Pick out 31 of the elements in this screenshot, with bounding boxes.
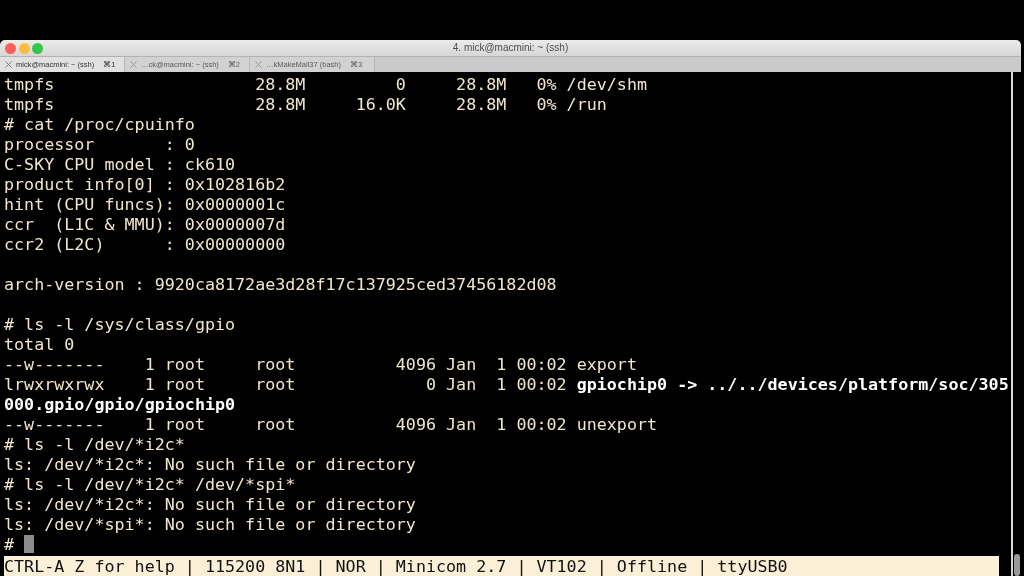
terminal-line: # xyxy=(4,534,16,554)
terminal-line: total 0 xyxy=(4,334,75,354)
terminal-line: --w------- 1 root root 4096 Jan 1 00:02 unexport xyxy=(4,414,658,434)
terminal-line: hint (CPU funcs): 0x0000001c xyxy=(4,194,286,214)
terminal-line: # ls -l /sys/class/gpio xyxy=(4,314,236,334)
terminal-line: processor : 0 xyxy=(4,134,195,154)
minimize-icon[interactable] xyxy=(18,42,30,54)
terminal-line: ls: /dev/*i2c*: No such file or directory xyxy=(4,454,416,474)
close-icon[interactable] xyxy=(130,61,137,68)
terminal-line: # ls -l /dev/*i2c* /dev/*spi* xyxy=(4,474,296,494)
terminal-line: 000.gpio/gpio/gpiochip0 xyxy=(4,394,236,414)
terminal-line: ls: /dev/*i2c*: No such file or directory xyxy=(4,494,416,514)
terminal-line: tmpfs 28.8M 0 28.8M 0% /dev/shm xyxy=(4,74,647,94)
terminal-line: arch-version : 9920ca8172ae3d28f17c137925ced37456182d08 xyxy=(4,274,557,294)
terminal-line: --w------- 1 root root 4096 Jan 1 00:02 export xyxy=(4,354,637,374)
close-icon[interactable] xyxy=(5,42,16,54)
status-bar: CTRL-A Z for help | 115200 8N1 | NOR | Minicom 2.7 | VT102 | Offline | ttyUSB0 xyxy=(4,556,999,576)
terminal-line: # ls -l /dev/*i2c* xyxy=(4,434,185,454)
scrollbar-thumb[interactable] xyxy=(1014,554,1020,576)
terminal-line: lrwxrwxrwx 1 root root 0 Jan 1 00:02 gpiochip0 -> ../../devices/platform/soc/305 xyxy=(4,374,1009,394)
close-icon[interactable] xyxy=(255,61,262,68)
window-title: 4. mick@macmini: ~ (ssh) xyxy=(452,41,569,55)
terminal-line: tmpfs 28.8M 16.0K 28.8M 0% /run xyxy=(4,94,607,114)
close-icon[interactable] xyxy=(5,61,12,68)
terminal-line: ccr (L1C & MMU): 0x0000007d xyxy=(4,214,286,234)
zoom-icon[interactable] xyxy=(32,42,43,54)
terminal-line: ls: /dev/*spi*: No such file or directory xyxy=(4,514,416,534)
terminal-line: product info[0] : 0x102816b2 xyxy=(4,174,286,194)
terminal-line: C-SKY CPU model : ck610 xyxy=(4,154,236,174)
terminal-line: ccr2 (L2C) : 0x00000000 xyxy=(4,234,286,254)
terminal-line: # cat /proc/cpuinfo xyxy=(4,114,195,134)
